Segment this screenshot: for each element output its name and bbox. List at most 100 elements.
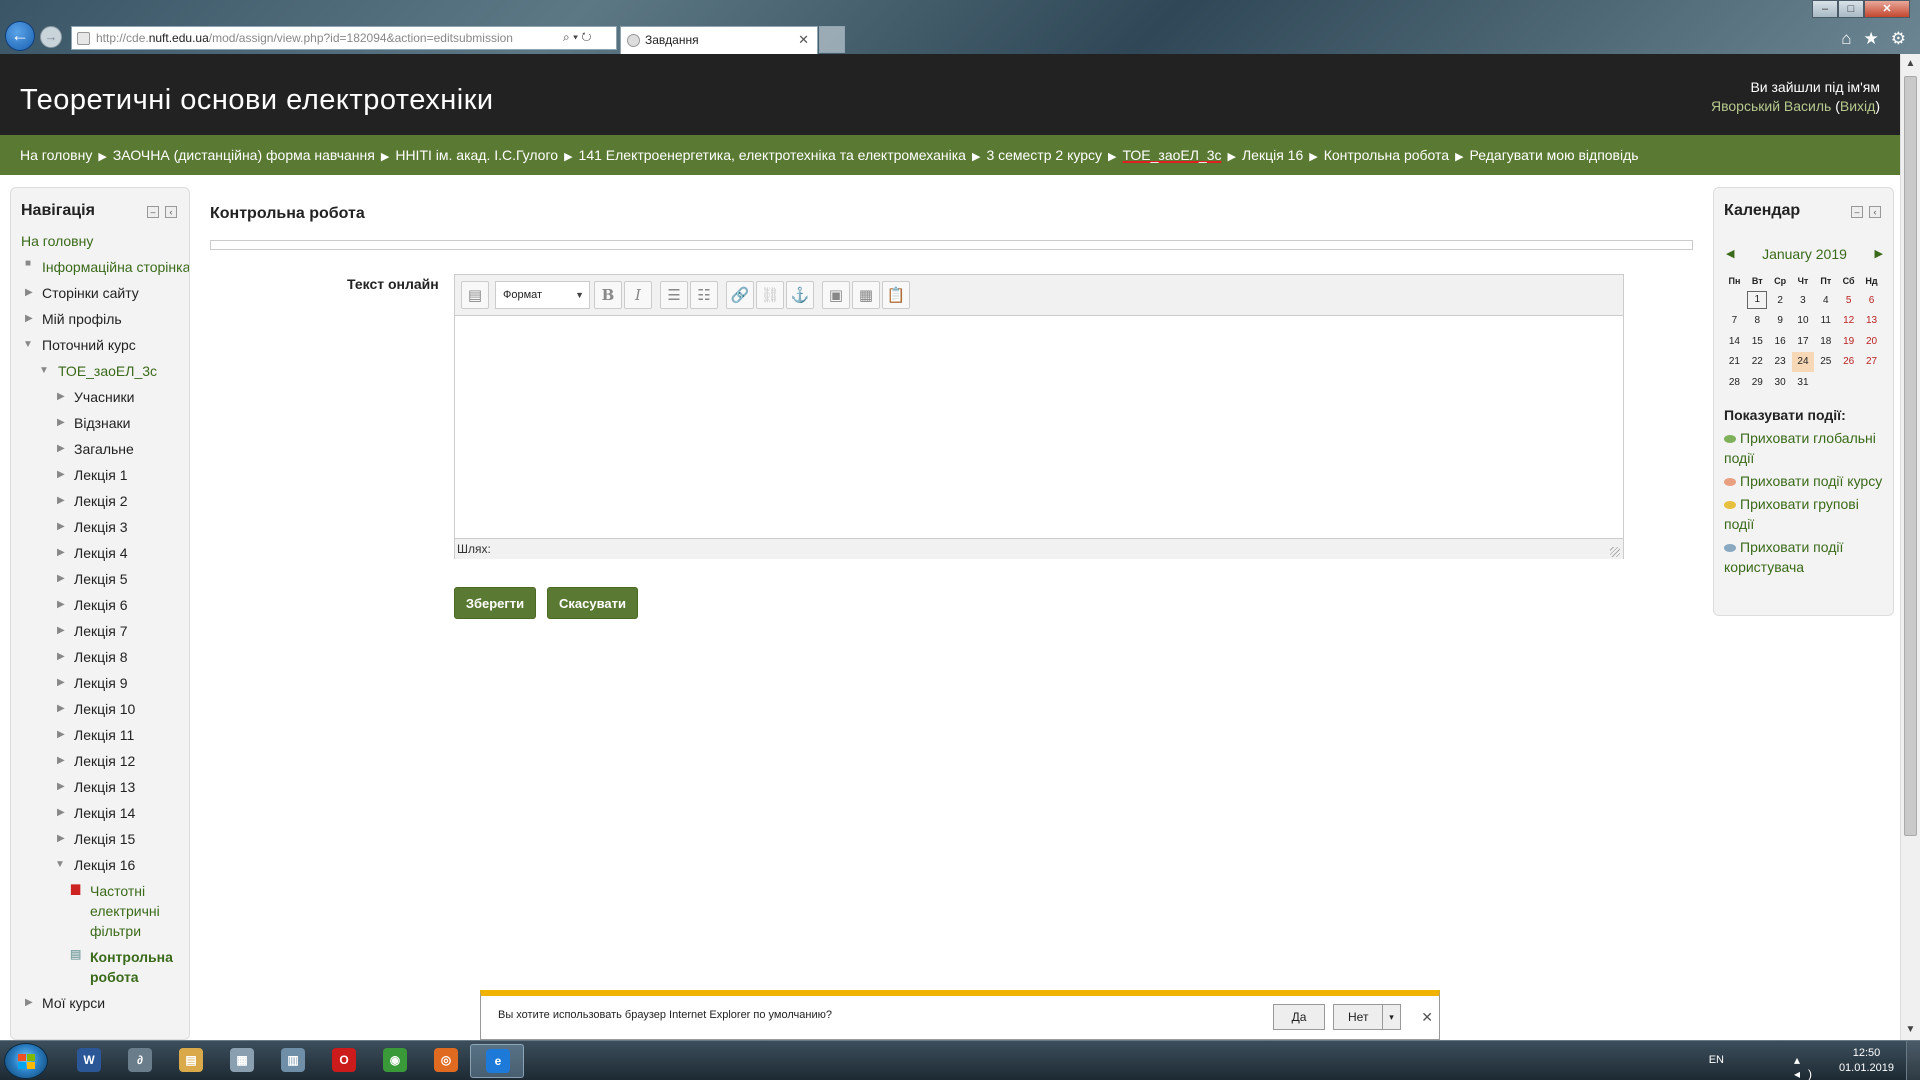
event-filter-course[interactable]: Приховати події курсу xyxy=(1724,471,1889,491)
calendar-day[interactable]: 4 xyxy=(1814,290,1837,311)
breadcrumb-item[interactable]: На головну xyxy=(20,147,92,163)
expand-icon[interactable]: ▶ xyxy=(57,566,65,592)
site-title[interactable]: Теоретичні основи електротехніки xyxy=(20,84,494,117)
event-filter-global[interactable]: Приховати глобальні події xyxy=(1724,428,1889,468)
collapse-tree-icon[interactable]: ▼ xyxy=(39,358,49,384)
language-indicator[interactable]: EN xyxy=(1709,1054,1724,1066)
calendar-day[interactable]: 8 xyxy=(1746,311,1769,332)
scroll-up-icon[interactable]: ▲ xyxy=(1901,54,1920,74)
cancel-button[interactable]: Скасувати xyxy=(547,587,638,619)
nav-item-site-pages[interactable]: ▶ Сторінки сайту xyxy=(11,280,189,306)
nav-item-lecture[interactable]: ▶ Лекція 1 xyxy=(11,462,189,488)
breadcrumb-item[interactable]: Контрольна робота xyxy=(1324,147,1449,163)
calendar-day[interactable]: 13 xyxy=(1860,311,1883,332)
expand-icon[interactable]: ▶ xyxy=(57,592,65,618)
close-icon[interactable]: ✕ xyxy=(1421,1009,1433,1026)
nav-item-label[interactable]: Лекція 8 xyxy=(74,649,127,665)
calendar-day[interactable]: 28 xyxy=(1723,372,1746,393)
expand-icon[interactable]: ▶ xyxy=(57,488,65,514)
calendar-day[interactable]: 10 xyxy=(1792,311,1815,332)
expand-icon[interactable]: ▶ xyxy=(57,618,65,644)
expand-icon[interactable]: ▶ xyxy=(57,514,65,540)
expand-icon[interactable]: ▶ xyxy=(57,644,65,670)
breadcrumb-item[interactable]: ННІТІ ім. акад. І.С.Гулого xyxy=(395,147,558,163)
tab-assignment[interactable]: Завдання ✕ xyxy=(620,26,818,54)
nav-item-label[interactable]: Частотні електричні фільтри xyxy=(90,883,160,939)
taskbar-calculator[interactable]: ▦ xyxy=(215,1044,269,1078)
calendar-day[interactable]: 22 xyxy=(1746,352,1769,373)
address-tools[interactable]: ⌕ ▾ ↻ xyxy=(563,26,617,50)
nav-item-label[interactable]: Поточний курс xyxy=(42,337,136,353)
nav-item-label[interactable]: ТОЕ_заоЕЛ_3с xyxy=(58,363,157,379)
calendar-day[interactable]: 24 xyxy=(1791,351,1815,372)
anchor-button[interactable]: ⚓ xyxy=(786,281,814,309)
calendar-day[interactable]: 9 xyxy=(1769,311,1792,332)
home-icon[interactable]: ⌂ xyxy=(1841,29,1851,49)
nav-item-label[interactable]: Лекція 9 xyxy=(74,675,127,691)
nav-item-my-courses[interactable]: ▶ Мої курси xyxy=(11,990,189,1016)
nav-item-lecture[interactable]: ▶ Лекція 15 xyxy=(11,826,189,852)
nav-item-resource[interactable]: ▆ Частотні електричні фільтри xyxy=(11,878,189,944)
calendar-day[interactable]: 7 xyxy=(1723,311,1746,332)
unlink-button[interactable]: ⛓ xyxy=(756,281,784,309)
nav-item-label[interactable]: Лекція 1 xyxy=(74,467,127,483)
event-filter-label[interactable]: Приховати події курсу xyxy=(1740,473,1882,489)
calendar-day[interactable]: 6 xyxy=(1860,290,1883,311)
expand-icon[interactable]: ▶ xyxy=(25,306,33,332)
nav-item-label[interactable]: Лекція 11 xyxy=(74,727,134,743)
taskbar-word[interactable]: W xyxy=(62,1044,116,1078)
nav-item-label[interactable]: Мій профіль xyxy=(42,311,122,327)
expand-icon[interactable]: ▶ xyxy=(25,990,33,1016)
numbered-list-button[interactable]: ☷ xyxy=(690,281,718,309)
calendar-day[interactable]: 11 xyxy=(1814,311,1837,332)
resize-handle-icon[interactable] xyxy=(1610,547,1620,557)
taskbar-opera[interactable]: O xyxy=(317,1044,371,1078)
nav-item-label[interactable]: Інформаційна сторінка xyxy=(42,259,189,275)
breadcrumb-item[interactable]: Лекція 16 xyxy=(1242,147,1303,163)
nav-item-assignment[interactable]: ▤ Контрольна робота xyxy=(11,944,189,990)
calendar-day[interactable]: 25 xyxy=(1814,352,1837,373)
collapse-tree-icon[interactable]: ▼ xyxy=(23,332,33,358)
event-filter-user[interactable]: Приховати події користувача xyxy=(1724,537,1889,577)
editor-text-area[interactable] xyxy=(455,316,1623,538)
back-button[interactable]: ← xyxy=(5,21,35,51)
nav-item-label[interactable]: На головну xyxy=(21,233,93,249)
nav-item-lecture[interactable]: ▶ Лекція 14 xyxy=(11,800,189,826)
paste-button[interactable]: 📋 xyxy=(882,281,910,309)
expand-icon[interactable]: ▶ xyxy=(25,280,33,306)
nav-item-profile[interactable]: ▶ Мій профіль xyxy=(11,306,189,332)
calendar-day[interactable]: 29 xyxy=(1746,372,1769,393)
taskbar-explorer[interactable]: ▤ xyxy=(164,1044,218,1078)
nav-item-info-page[interactable]: ■ Інформаційна сторінка xyxy=(11,254,189,280)
calendar-day[interactable]: 27 xyxy=(1860,352,1883,373)
collapse-tree-icon[interactable]: ▼ xyxy=(55,852,65,878)
taskbar-mathcad[interactable]: ∂ xyxy=(113,1044,167,1078)
calendar-today[interactable]: 1 xyxy=(1747,291,1768,310)
nav-item-course[interactable]: ▼ ТОЕ_заоЕЛ_3с xyxy=(11,358,189,384)
italic-button[interactable]: I xyxy=(624,281,652,309)
nav-item-lecture[interactable]: ▶ Лекція 9 xyxy=(11,670,189,696)
expand-icon[interactable]: ▶ xyxy=(57,696,65,722)
taskbar-network[interactable]: ▥ xyxy=(266,1044,320,1078)
breadcrumb-item[interactable]: ЗАОЧНА (дистанційна) форма навчання xyxy=(113,147,375,163)
calendar-day[interactable]: 31 xyxy=(1792,372,1815,393)
show-desktop-button[interactable] xyxy=(1906,1041,1920,1080)
nav-item-lecture[interactable]: ▶ Лекція 4 xyxy=(11,540,189,566)
nav-item-home[interactable]: На головну xyxy=(11,228,189,254)
calendar-day[interactable]: 1 xyxy=(1746,290,1769,311)
breadcrumb-item-course[interactable]: ТОЕ_заоЕЛ_3с xyxy=(1122,147,1221,163)
new-tab-button[interactable] xyxy=(819,26,845,53)
favorites-icon[interactable]: ★ xyxy=(1864,29,1879,49)
nav-item-label[interactable]: Сторінки сайту xyxy=(42,285,139,301)
breadcrumb-item[interactable]: 3 семестр 2 курсу xyxy=(986,147,1102,163)
event-filter-label[interactable]: Приховати події користувача xyxy=(1724,539,1843,575)
gear-icon[interactable]: ⚙ xyxy=(1891,29,1906,49)
taskbar-app[interactable]: ◎ xyxy=(419,1044,473,1078)
nav-item-lecture[interactable]: ▶ Лекція 11 xyxy=(11,722,189,748)
start-button[interactable] xyxy=(4,1043,48,1079)
nav-item-label[interactable]: Лекція 5 xyxy=(74,571,127,587)
dock-icon[interactable]: ‹ xyxy=(1869,206,1881,218)
bulleted-list-button[interactable]: ☰ xyxy=(660,281,688,309)
nav-item-label[interactable]: Лекція 6 xyxy=(74,597,127,613)
breadcrumb-item[interactable]: 141 Електроенергетика, електротехніка та… xyxy=(579,147,966,163)
